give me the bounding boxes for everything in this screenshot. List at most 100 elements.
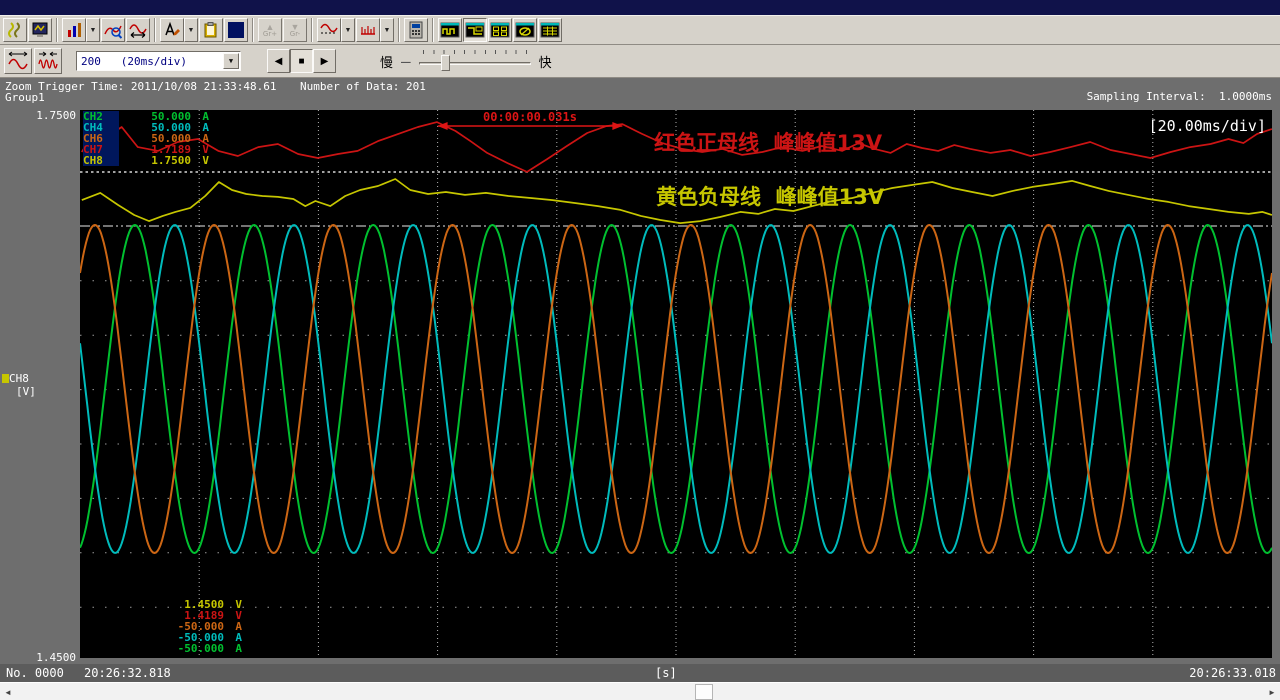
selected-channel-unit: [V] (2, 385, 78, 398)
mode-waveform-icon (440, 21, 460, 39)
scale-axis-dropdown[interactable]: ▼ (380, 18, 394, 42)
fast-label: 快 (539, 52, 552, 71)
calculator-icon (407, 21, 425, 39)
expand-horizontal-button[interactable] (4, 48, 32, 74)
dropdown-arrow-icon: ▼ (384, 27, 391, 34)
wave-width-icon (129, 21, 147, 39)
dropdown-arrow-icon: ▼ (188, 27, 195, 34)
number-of-data: Number of Data: 201 (300, 80, 426, 93)
status-bar: No. 0000 20:26:32.818 [s] 20:26:33.018 (0, 664, 1280, 682)
end-time: 20:26:33.018 (1189, 666, 1276, 680)
toolbar-separator (432, 18, 434, 42)
slider-ticks (423, 50, 527, 54)
dropdown-arrow-icon: ▼ (90, 27, 97, 34)
selected-channel-label: CH8 [V] (2, 372, 78, 398)
group-up-button[interactable]: ▲ Gr+ (258, 18, 282, 42)
calculator-button[interactable] (404, 18, 428, 42)
mode-xy-button[interactable] (513, 18, 537, 42)
monitor-view-button[interactable] (28, 18, 52, 42)
axis-label-bottom: 1.4500 (0, 651, 76, 664)
group-down-button[interactable]: ▼ Gr- (283, 18, 307, 42)
annotate-button[interactable] (160, 18, 184, 42)
mode-numeric-icon (540, 21, 560, 39)
expand-wave-icon (7, 50, 29, 72)
window-titlebar[interactable]: Viewer1 C:\Users\Administrator\Desktop\唐… (0, 0, 1280, 15)
cursor-wave-dropdown[interactable]: ▼ (341, 18, 355, 42)
channel-display-button[interactable] (62, 18, 86, 42)
channel-scale-row: CH81.7500V (83, 155, 209, 166)
slider-thumb[interactable] (441, 55, 450, 71)
zoom-trigger-time: Zoom Trigger Time: 2011/10/08 21:33:48.6… (5, 80, 277, 93)
scroll-left-icon: ◄ (4, 688, 12, 697)
time-per-div-label: [20.00ms/div] (1149, 117, 1266, 135)
mode-zoom-window-button[interactable] (463, 18, 487, 42)
group-label: Group1 (5, 91, 45, 104)
info-strip: Zoom Trigger Time: 2011/10/08 21:33:48.6… (0, 78, 1280, 108)
color-swatch-icon (227, 21, 245, 39)
mode-quad-icon (490, 21, 510, 39)
mode-xy-icon (515, 21, 535, 39)
scroll-left-button[interactable]: ◄ (0, 684, 16, 700)
selected-channel-name: CH8 (9, 372, 29, 385)
toolbar-separator (56, 18, 58, 42)
record-number: No. 0000 (6, 666, 64, 680)
main-toolbar: ▼ ▼ ▲ Gr+ ▼ Gr- ▼ ▼ (0, 15, 1280, 45)
channel-scale-row: -50.000A (116, 643, 242, 654)
scroll-right-icon: ► (1268, 688, 1276, 697)
stop-icon: ■ (298, 56, 304, 67)
range-select[interactable]: 200 (20ms/div) ▼ (76, 51, 241, 71)
play-left-icon: ◀ (275, 56, 283, 67)
channel-bars-icon (65, 21, 83, 39)
range-select-value: 200 (20ms/div) (77, 55, 223, 68)
x-axis-unit: [s] (655, 666, 677, 680)
toolbar-separator (154, 18, 156, 42)
color-swatch-button[interactable] (224, 18, 248, 42)
slow-label: 慢 (380, 52, 393, 71)
mode-waveform-button[interactable] (438, 18, 462, 42)
slider-track[interactable] (419, 62, 531, 65)
stop-button[interactable]: ■ (290, 49, 313, 73)
channel-display-dropdown[interactable]: ▼ (86, 18, 100, 42)
play-back-button[interactable]: ◀ (267, 49, 290, 73)
waveform-canvas[interactable]: CH250.000ACH450.000ACH650.000ACH71.7189V… (80, 110, 1272, 658)
toolbar-separator (398, 18, 400, 42)
play-forward-button[interactable]: ▶ (313, 49, 336, 73)
scrollbar-thumb[interactable] (695, 684, 713, 700)
horizontal-scrollbar[interactable]: ◄ ► (0, 682, 1280, 700)
group-down-label: Gr- (290, 31, 300, 38)
start-time: 20:26:32.818 (84, 666, 171, 680)
zoom-toolbar: 200 (20ms/div) ▼ ◀ ■ ▶ 慢 – 快 (0, 45, 1280, 78)
scale-axis-button[interactable] (356, 18, 380, 42)
annotation-yellow-bus: 黄色负母线 峰峰值13V (656, 181, 884, 211)
dropdown-arrow-icon: ▼ (345, 27, 352, 34)
mode-numeric-button[interactable] (538, 18, 562, 42)
combo-arrow-icon[interactable]: ▼ (223, 53, 239, 69)
axis-label-top: 1.7500 (0, 109, 76, 122)
open-waveform-button[interactable] (3, 18, 27, 42)
copy-button[interactable] (199, 18, 223, 42)
zoom-wave-icon (104, 21, 122, 39)
compress-horizontal-button[interactable] (34, 48, 62, 74)
zoom-wave-button[interactable] (101, 18, 125, 42)
speed-slider[interactable] (419, 49, 531, 73)
toolbar-separator (252, 18, 254, 42)
measure-cursor-label: 00:00:00.031s (410, 110, 650, 124)
channel-scale-bottom-list: 1.4500V1.4189V-50.000A-50.000A-50.000A (116, 599, 242, 654)
scroll-right-button[interactable]: ► (1264, 684, 1280, 700)
text-annotate-icon (163, 21, 181, 39)
wave-width-button[interactable] (126, 18, 150, 42)
cursor-wave-icon (320, 21, 338, 39)
playback-controls: ◀ ■ ▶ (267, 49, 336, 73)
mode-zoom-window-icon (465, 21, 485, 39)
channel-scale-top-list: CH250.000ACH450.000ACH650.000ACH71.7189V… (83, 111, 209, 166)
annotation-red-bus: 红色正母线 峰峰值13V (654, 127, 882, 157)
scale-comb-icon (359, 21, 377, 39)
monitor-icon (31, 21, 49, 39)
speed-control: 慢 – 快 (380, 49, 552, 73)
clipboard-icon (202, 21, 220, 39)
mode-quad-button[interactable] (488, 18, 512, 42)
cursor-wave-button[interactable] (317, 18, 341, 42)
channel-color-chip (2, 374, 9, 383)
annotate-dropdown[interactable]: ▼ (184, 18, 198, 42)
toolbar-separator (311, 18, 313, 42)
